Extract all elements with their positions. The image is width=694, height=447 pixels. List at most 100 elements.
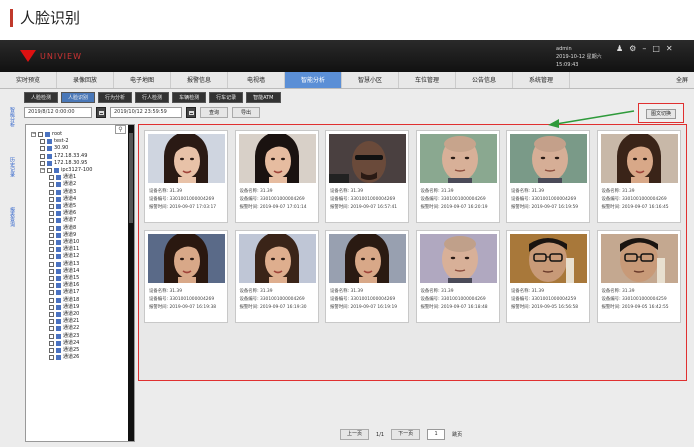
query-button[interactable]: 查询	[200, 107, 229, 118]
end-time-input[interactable]: 2019/10/12 23:59:59	[110, 107, 182, 118]
face-snapshot[interactable]	[600, 234, 678, 283]
face-snapshot[interactable]	[419, 234, 497, 283]
side-tab[interactable]: 报表查询	[3, 195, 15, 235]
checkbox[interactable]	[47, 168, 52, 173]
page-input[interactable]: 1	[427, 429, 446, 440]
checkbox[interactable]	[49, 283, 54, 289]
face-snapshot[interactable]	[329, 234, 406, 283]
export-button[interactable]: 导出	[232, 107, 261, 118]
face-snapshot[interactable]	[148, 234, 225, 283]
tree-node[interactable]: 通道10	[49, 239, 79, 246]
checkbox[interactable]	[40, 139, 45, 145]
checkbox[interactable]	[49, 276, 54, 281]
menu-item[interactable]: 公告信息	[456, 72, 513, 88]
tree-node[interactable]: 通道26	[49, 354, 79, 361]
checkbox[interactable]	[49, 319, 54, 325]
view-toggle-button[interactable]: 图文切换	[646, 109, 676, 119]
close-icon[interactable]: ✕	[666, 44, 673, 53]
face-card[interactable]: 设备名称: 31.39 设备编号: 3301001000004269 报警时间: 2…	[144, 130, 228, 223]
tree-node[interactable]: 30.90	[40, 145, 68, 152]
menu-item[interactable]: 报警信息	[171, 72, 228, 88]
checkbox[interactable]	[49, 261, 54, 267]
tree-node[interactable]: 172.18.33.49	[40, 153, 87, 160]
tree-node[interactable]: 通道22	[49, 325, 79, 332]
checkbox[interactable]	[49, 232, 54, 238]
face-snapshot[interactable]	[419, 134, 497, 183]
checkbox[interactable]	[49, 297, 54, 303]
menu-item[interactable]: 实时预览	[0, 72, 57, 88]
menu-item[interactable]: 车位管理	[399, 72, 456, 88]
face-card[interactable]: 设备名称: 31.39 设备编号: 3301001000004259 报警时间: 2…	[596, 230, 681, 323]
start-time-input[interactable]: 2019/8/12 0:00:00	[24, 107, 92, 118]
expand-icon[interactable]: −	[31, 132, 36, 137]
face-card[interactable]: 设备名称: 31.39 设备编号: 3301001000004269 报警时间: 2…	[144, 230, 228, 323]
tree-node[interactable]: 通道9	[49, 232, 76, 239]
checkbox[interactable]	[49, 355, 54, 361]
side-tab[interactable]: 历史记录	[3, 145, 15, 185]
face-card[interactable]: 设备名称: 31.39 设备编号: 3301001000004269 报警时间: 2…	[506, 130, 590, 223]
menu-item[interactable]: 智能分析	[285, 72, 342, 88]
minimize-icon[interactable]: –	[642, 44, 646, 53]
checkbox[interactable]	[40, 160, 45, 166]
tree-node[interactable]: 通道7	[49, 217, 76, 224]
tree-node[interactable]: 通道18	[49, 297, 79, 304]
checkbox[interactable]	[40, 146, 45, 152]
jump-page-button[interactable]: 跳页	[452, 431, 462, 438]
face-card[interactable]: 设备名称: 31.39 设备编号: 3301001000004269 报警时间: 2…	[325, 230, 409, 323]
face-card[interactable]: 设备名称: 31.39 设备编号: 3301001000004269 报警时间: 2…	[596, 130, 681, 223]
face-card[interactable]: 设备名称: 31.39 设备编号: 3301001000004269 报警时间: 2…	[234, 230, 319, 323]
face-snapshot[interactable]	[238, 134, 316, 183]
tree-node[interactable]: 通道12	[49, 253, 79, 260]
tree-node[interactable]: 通道19	[49, 304, 79, 311]
tree-node[interactable]: 通道3	[49, 189, 76, 196]
next-page-button[interactable]: 下一页	[391, 429, 421, 440]
menu-item[interactable]: 电子地图	[114, 72, 171, 88]
tree-node[interactable]: 通道14	[49, 268, 79, 275]
calendar-icon[interactable]	[96, 107, 106, 118]
tree-node[interactable]: 通道15	[49, 275, 79, 282]
menu-item[interactable]: 录像回放	[57, 72, 114, 88]
checkbox[interactable]	[49, 304, 54, 310]
checkbox[interactable]	[40, 153, 45, 159]
expand-icon[interactable]: −	[40, 168, 45, 173]
checkbox[interactable]	[49, 182, 54, 188]
scrollbar-thumb[interactable]	[129, 133, 133, 223]
checkbox[interactable]	[49, 218, 54, 224]
checkbox[interactable]	[49, 268, 54, 274]
prev-page-button[interactable]: 上一页	[340, 429, 370, 440]
subtab[interactable]: 行车记录	[209, 92, 244, 103]
gear-icon[interactable]: ⚙	[629, 44, 636, 53]
subtab[interactable]: 人脸检测	[24, 92, 59, 103]
checkbox[interactable]	[49, 340, 54, 346]
tree-node[interactable]: 通道5	[49, 203, 76, 210]
face-snapshot[interactable]	[329, 134, 406, 183]
tree-node[interactable]: 通道8	[49, 225, 76, 232]
checkbox[interactable]	[49, 333, 54, 339]
face-card[interactable]: 设备名称: 31.39 设备编号: 3301001000004269 报警时间: 2…	[415, 130, 500, 223]
tree-node[interactable]: 通道13	[49, 261, 79, 268]
checkbox[interactable]	[49, 254, 54, 260]
tree-search-icon[interactable]: ⚲	[115, 125, 126, 134]
tree-node[interactable]: test-2	[40, 138, 69, 145]
menu-item[interactable]: 系统管理	[513, 72, 570, 88]
menu-item[interactable]: 智慧小区	[342, 72, 399, 88]
face-snapshot[interactable]	[510, 134, 587, 183]
face-card[interactable]: 设备名称: 31.39 设备编号: 3301001000004269 报警时间: 2…	[234, 130, 319, 223]
user-icon[interactable]: ♟	[616, 44, 623, 53]
subtab[interactable]: 行为分析	[98, 92, 133, 103]
checkbox[interactable]	[49, 240, 54, 245]
checkbox[interactable]	[49, 348, 54, 353]
checkbox[interactable]	[38, 132, 43, 137]
subtab[interactable]: 车辆检测	[172, 92, 207, 103]
calendar-icon[interactable]	[186, 107, 196, 118]
checkbox[interactable]	[49, 196, 54, 202]
tree-node[interactable]: − root	[31, 131, 62, 138]
tree-node[interactable]: 通道20	[49, 311, 79, 318]
face-card[interactable]: 设备名称: 31.39 设备编号: 3301001000004269 报警时间: 2…	[325, 130, 409, 223]
checkbox[interactable]	[49, 204, 54, 209]
subtab[interactable]: 人脸识别	[61, 92, 96, 103]
checkbox[interactable]	[49, 326, 54, 332]
tree-node[interactable]: − ipc3127-100	[40, 167, 92, 174]
tree-node[interactable]: 通道25	[49, 347, 79, 354]
face-card[interactable]: 设备名称: 31.39 设备编号: 3301001000004259 报警时间: 2…	[506, 230, 590, 323]
